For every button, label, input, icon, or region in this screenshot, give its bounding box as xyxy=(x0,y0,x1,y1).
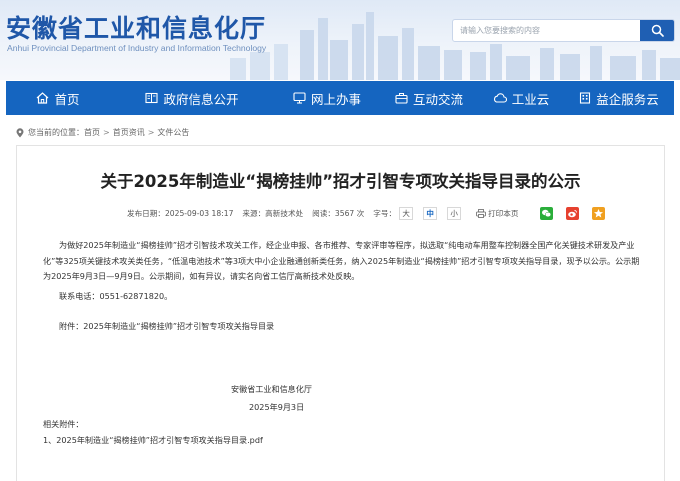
contact-phone: 联系电话：0551-62871820。 xyxy=(59,291,173,301)
print-label: 打印本页 xyxy=(488,208,519,218)
breadcrumb-news[interactable]: 首页资讯 xyxy=(113,127,145,138)
weibo-icon xyxy=(568,209,578,217)
body-paragraph: 为做好2025年制造业“揭榜挂帅”招才引智技术攻关工作，经企业申报、各市推荐、专… xyxy=(43,240,640,282)
nav-item-industry-cloud[interactable]: 工业云 xyxy=(478,81,564,115)
printer-icon xyxy=(476,208,486,218)
print-button[interactable]: 打印本页 xyxy=(476,208,527,219)
search-box xyxy=(452,19,675,42)
related-attachments-label: 相关附件： xyxy=(43,419,84,429)
font-size-control: 字号： 大 中 小 xyxy=(373,206,470,220)
home-icon xyxy=(37,92,49,104)
related-attachment-link[interactable]: 1、2025年制造业“揭榜挂帅”招才引智专项攻关指导目录.pdf xyxy=(43,435,263,446)
nav-item-home[interactable]: 首页 xyxy=(6,81,110,115)
font-size-small-button[interactable]: 小 xyxy=(447,206,462,220)
breadcrumb-notices[interactable]: 文件公告 xyxy=(157,127,189,138)
article-title: 关于2025年制造业“揭榜挂帅”招才引智专项攻关指导目录的公示 xyxy=(100,172,581,191)
article-meta: 发布日期：2025-09-03 18:17 来源：高新技术处 阅读：3567 次… xyxy=(127,205,614,221)
monitor-icon xyxy=(293,92,306,104)
nav-item-enterprise-service-cloud[interactable]: 益企服务云 xyxy=(564,81,674,115)
font-size-large-button[interactable]: 大 xyxy=(399,206,414,220)
nav-item-online-service[interactable]: 网上办事 xyxy=(274,81,380,115)
main-nav: 首页 政府信息公开 网上办事 互动交流 工业云 益企服务云 xyxy=(6,81,674,115)
breadcrumb-separator: > xyxy=(103,128,110,137)
breadcrumb-home[interactable]: 首页 xyxy=(84,127,100,138)
nav-item-gov-info[interactable]: 政府信息公开 xyxy=(110,81,274,115)
font-size-medium-button[interactable]: 中 xyxy=(423,206,438,220)
nav-item-label: 政府信息公开 xyxy=(163,91,239,107)
article-panel: 关于2025年制造业“揭榜挂帅”招才引智专项攻关指导目录的公示 发布日期：202… xyxy=(16,145,665,481)
breadcrumb-prefix: 您当前的位置： xyxy=(28,128,84,137)
nav-item-label: 首页 xyxy=(54,91,80,107)
site-header: 安徽省工业和信息化厅 Anhui Provincial Department o… xyxy=(0,0,680,80)
share-weibo-button[interactable] xyxy=(566,206,580,220)
signature-organization: 安徽省工业和信息化厅 xyxy=(231,384,312,394)
building-icon xyxy=(580,92,591,104)
location-pin-icon xyxy=(16,127,24,137)
article-source: 来源：高新技术处 xyxy=(242,208,304,218)
breadcrumb-separator: > xyxy=(147,128,155,137)
wechat-icon xyxy=(542,209,552,217)
nav-item-label: 益企服务云 xyxy=(596,91,659,107)
attachment-note: 附件：2025年制造业“揭榜挂帅”招才引智专项攻关指导目录 xyxy=(59,321,275,331)
search-input[interactable] xyxy=(453,20,641,41)
article-body: 为做好2025年制造业“揭榜挂帅”招才引智技术攻关工作，经企业申报、各市推荐、专… xyxy=(43,238,645,285)
favorite-button[interactable] xyxy=(592,206,606,220)
nav-item-interaction[interactable]: 互动交流 xyxy=(380,81,478,115)
nav-item-label: 网上办事 xyxy=(310,91,361,107)
publish-date: 发布日期：2025-09-03 18:17 xyxy=(127,208,234,218)
site-logo-title[interactable]: 安徽省工业和信息化厅 xyxy=(6,9,266,45)
briefcase-icon xyxy=(395,93,408,104)
breadcrumb: 您当前的位置： 首页 > 首页资讯 > 文件公告 xyxy=(16,127,189,138)
book-icon xyxy=(145,92,159,104)
font-size-label: 字号： xyxy=(373,208,397,218)
search-icon xyxy=(651,24,664,37)
star-icon xyxy=(594,208,604,217)
share-wechat-button[interactable] xyxy=(540,206,554,220)
site-logo-subtitle: Anhui Provincial Department of Industry … xyxy=(7,43,267,53)
search-button[interactable] xyxy=(640,20,674,41)
nav-item-label: 工业云 xyxy=(511,91,550,107)
view-count: 阅读：3567 次 xyxy=(312,208,365,218)
nav-item-label: 互动交流 xyxy=(412,91,463,107)
signature-date: 2025年9月3日 xyxy=(249,402,305,412)
cloud-icon xyxy=(493,93,507,103)
